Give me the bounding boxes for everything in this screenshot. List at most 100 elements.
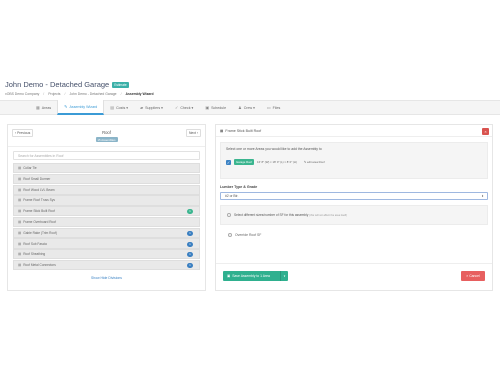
show-hidden-link[interactable]: Show Hide Divisions [8,276,205,280]
list-item[interactable]: ▦ Collar Tie [13,163,200,174]
close-button[interactable]: × [482,127,489,135]
count-badge: 1 [187,209,193,215]
close-icon: × [466,274,469,278]
section-name: Roof [102,130,111,135]
cancel-button[interactable]: × Cancel [461,271,485,281]
list-item-label: Gable Rake (Trim Roof) [23,230,57,235]
nav-label: Costs ▾ [116,105,129,110]
area-row: ✓ Garage Roof 16' 8" (W) × 18' 0" (L) × … [226,159,482,165]
assembly-icon: ▦ [18,230,22,235]
nav-label: Schedule [211,105,227,110]
lumber-select[interactable]: #2 or Btr. ⬍ [220,192,488,200]
list-item[interactable]: ▦ Gable Rake (Trim Roof) 1 [13,227,200,238]
nav-suppliers[interactable]: ▰ Suppliers ▾ [134,100,169,115]
list-item-label: Frame Overboard Roof [23,220,56,224]
nav-crew[interactable]: ♟ Crew ▾ [232,100,261,115]
list-item-label: Roof Sheathing [23,252,46,257]
list-item-label: Roof Wood LVL Beam [23,187,55,192]
wand-icon: ✎ [64,104,68,109]
assembly-icon: ▦ [18,252,22,257]
nav-areas[interactable]: ▦ Areas [30,100,57,115]
list-item[interactable]: ▦ Roof Metal Connectors 1 [13,260,200,271]
nav-label: Crew ▾ [243,105,255,110]
assembly-icon: ▦ [18,209,22,214]
panel-title: Frame Stick Built Roof [225,128,262,133]
lumber-select-value: #2 or Btr. [225,194,239,198]
list-item-label: Frame Roof Truss Sys [23,198,55,203]
list-item[interactable]: ▦ Roof Sheathing 1 [13,249,200,260]
chevron-down-icon[interactable]: ▾ [280,271,288,281]
assembly-icon: ▦ [18,263,22,268]
custom-size-note: (this will not affect the area itself) [309,214,347,217]
custom-size-radio[interactable] [227,213,231,217]
chevron-down-icon: ⬍ [481,194,484,198]
breadcrumb-separator: / [64,92,66,96]
breadcrumb-project[interactable]: John Demo - Detached Garage [69,92,116,96]
count-badge: 1 [187,241,193,247]
status-badge: Estimate [112,81,129,88]
assembly-detail-panel: ▦ Frame Stick Built Roof × Select one or… [215,124,493,291]
save-label: Save Assembly to 1 Area [232,274,270,278]
edit-area-link[interactable]: ✎ edit area Roof [304,160,325,164]
panel-footer: ▣ Save Assembly to 1 Area ▾ × Cancel [216,263,492,290]
panel-header: ▦ Frame Stick Built Roof × [216,125,492,137]
nav-check[interactable]: ✓ Check ▾ [169,100,199,115]
list-item-label: Roof Small Dormer [23,176,51,181]
list-item-label: Frame Stick Built Roof [23,209,55,214]
truck-icon: ▰ [140,105,144,110]
list-item[interactable]: ▦ Roof Wood LVL Beam [13,184,200,195]
area-checkbox[interactable]: ✓ [226,159,231,165]
grid-icon: ▦ [36,105,40,110]
assembly-list-panel: ‹ Previous Roof 15 Assemblies Next › Sea… [7,124,206,291]
count-badge: 1 [187,252,193,258]
list-item[interactable]: ▦ Frame Stick Built Roof 1 [13,206,200,217]
nav-schedule[interactable]: ▣ Schedule [199,100,232,115]
nav-costs[interactable]: ▤ Costs ▾ [104,100,134,115]
assembly-count-badge: 15 Assemblies [95,137,118,142]
area-tag: Garage Roof [234,159,255,165]
assembly-icon: ▦ [18,241,22,246]
breadcrumb-current: Assembly Wizard [125,92,154,96]
custom-size-option: Select different sizes/number of SF for … [220,205,488,225]
nav-label: Suppliers ▾ [145,105,163,110]
nav-files[interactable]: ▭ Files [261,100,286,115]
folder-icon: ▭ [266,105,271,110]
pencil-icon: ✎ [303,160,307,164]
area-instruction: Select one or more Areas you would like … [226,147,322,151]
list-item[interactable]: ▦ Roof Small Dormer [13,173,200,184]
list-item[interactable]: ▦ Frame Overboard Roof [13,216,200,228]
save-icon: ▣ [227,274,231,278]
assembly-icon: ▦ [18,198,22,203]
next-button[interactable]: Next › [185,129,201,137]
page-title: John Demo - Detached Garage [5,80,110,89]
list-item-label: Collar Tie [23,166,37,171]
count-badge: 1 [187,230,193,236]
list-item[interactable]: ▦ Frame Roof Truss Sys [13,195,200,206]
custom-size-text: Select different sizes/number of SF for … [234,213,347,217]
override-radio[interactable] [228,233,232,237]
crew-icon: ♟ [238,105,242,110]
breadcrumb-separator: / [43,92,45,96]
list-item[interactable]: ▦ Roof Sub Fascia 1 [13,238,200,249]
assembly-search-input[interactable]: Search for Assemblies in Roof [13,151,200,160]
page: John Demo - Detached Garage Estimate xOB… [0,0,500,375]
assembly-icon: ▦ [220,128,224,133]
list-item-label: Roof Metal Connectors [23,263,56,268]
breadcrumb: xOBS Demo Company / Projects / John Demo… [5,92,495,96]
project-nav: ▦ Areas ✎ Assembly Wizard ▤ Costs ▾ ▰ Suppli… [0,100,500,115]
breadcrumb-projects[interactable]: Projects [48,92,60,96]
nav-assembly-wizard[interactable]: ✎ Assembly Wizard [57,100,105,115]
save-assembly-button[interactable]: ▣ Save Assembly to 1 Area ▾ [223,271,288,281]
override-label: Override Roof SF [235,233,262,237]
lumber-label: Lumber Type & Grade [220,185,258,189]
assembly-icon: ▦ [18,220,22,224]
nav-label: Assembly Wizard [69,104,98,109]
money-icon: ▤ [110,105,115,110]
check-icon: ✓ [174,105,179,110]
breadcrumb-company[interactable]: xOBS Demo Company [5,92,39,96]
override-option: Override Roof SF [228,233,492,237]
section-nav: ‹ Previous Roof 15 Assemblies Next › [8,125,205,147]
list-item-label: Roof Sub Fascia [23,241,47,246]
assembly-icon: ▦ [18,166,22,171]
cancel-label: Cancel [469,274,480,278]
